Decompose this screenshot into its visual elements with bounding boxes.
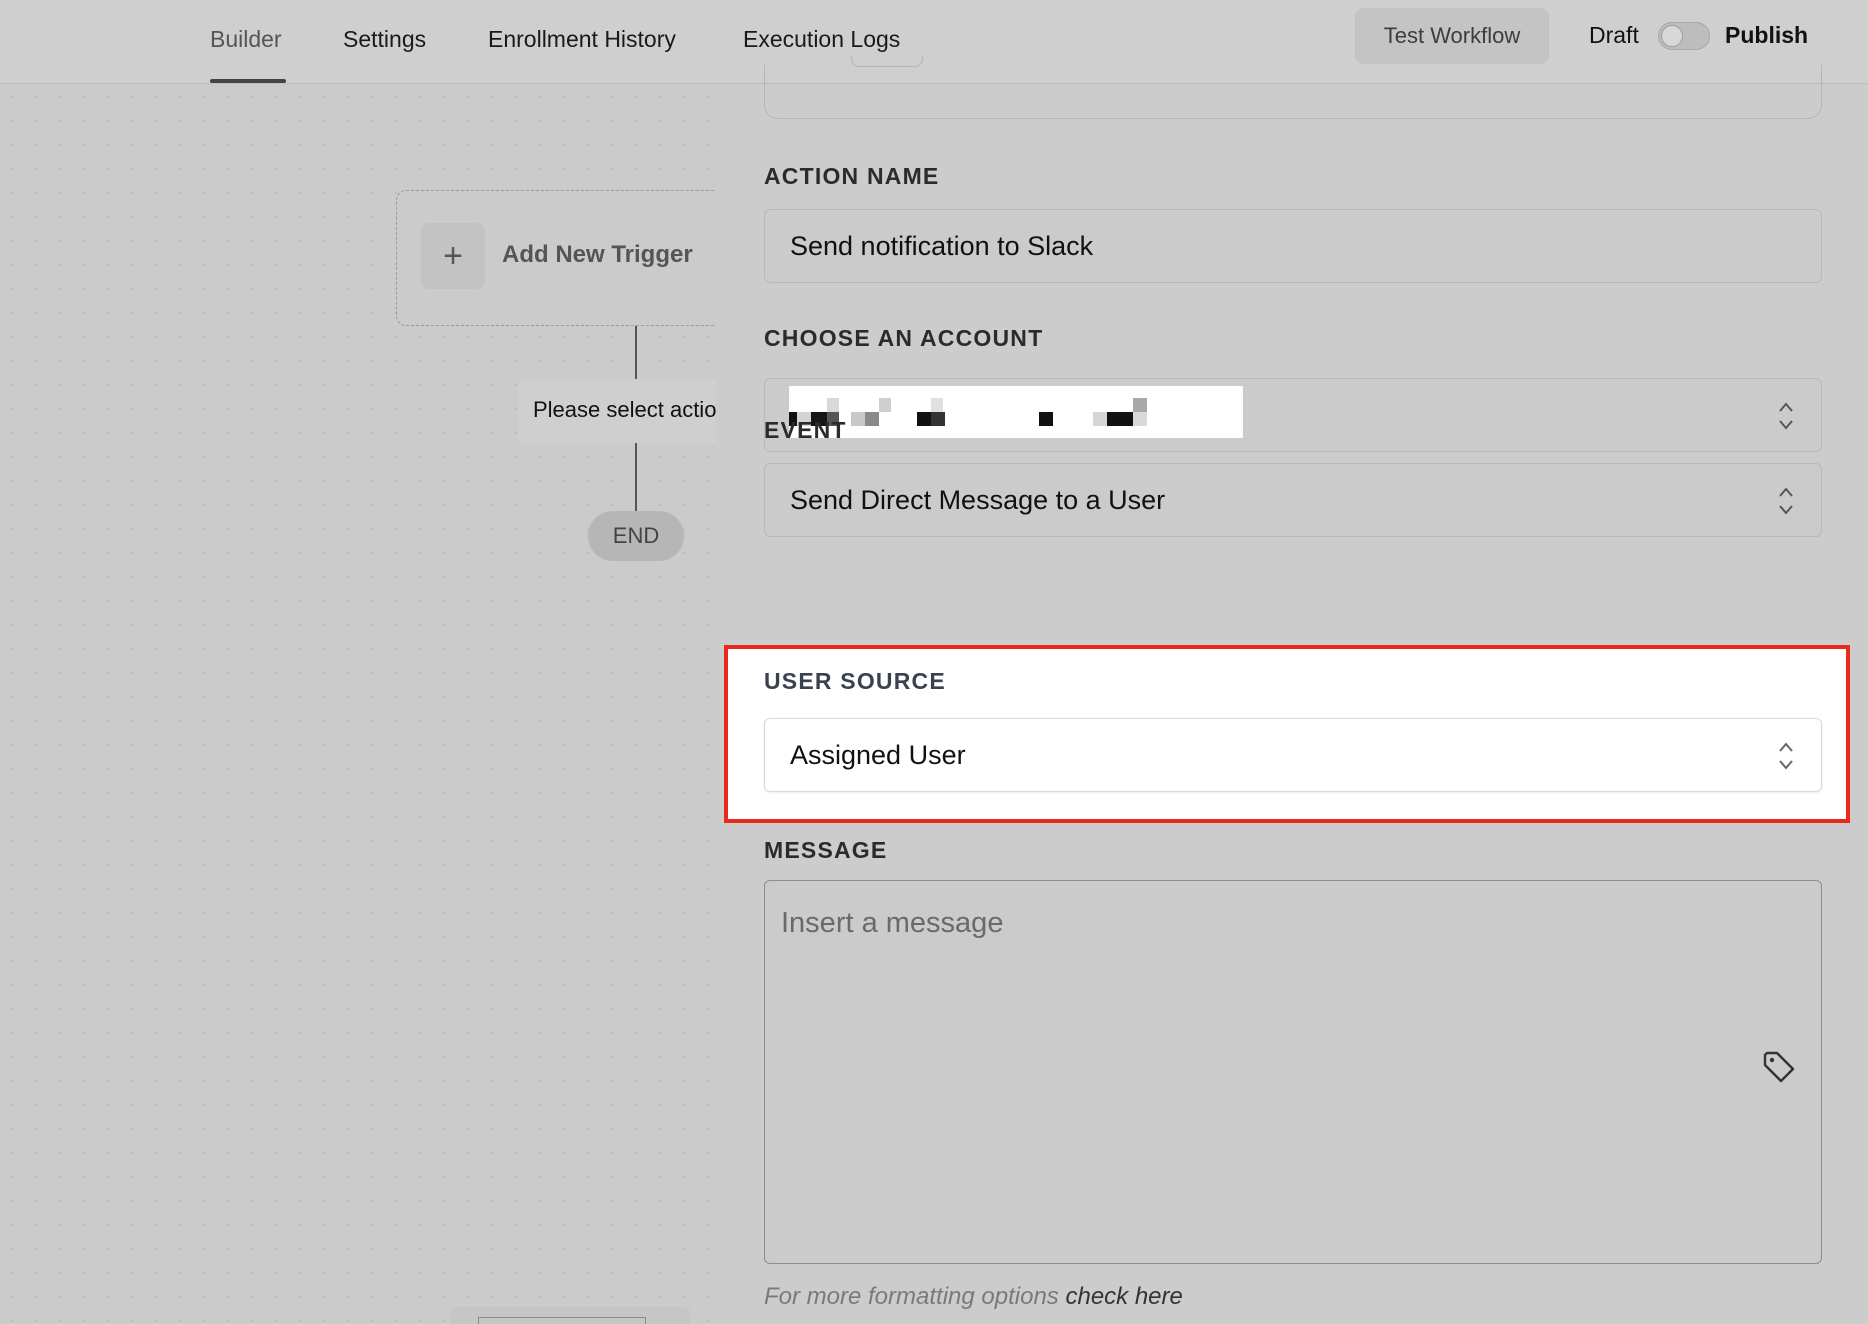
event-select[interactable]: Send Direct Message to a User <box>764 463 1822 537</box>
action-name-input[interactable]: Send notification to Slack <box>764 209 1822 283</box>
event-label: EVENT <box>764 417 847 443</box>
formatting-help-text: For more formatting options check here <box>764 1283 1183 1311</box>
account-select[interactable] <box>764 378 1822 452</box>
select-chevrons-icon <box>1779 402 1793 430</box>
workflow-canvas[interactable]: + Add New Trigger Please select action E… <box>0 85 728 1324</box>
action-name-label: ACTION NAME <box>764 163 940 189</box>
formatting-help-link[interactable]: check here <box>1065 1283 1182 1310</box>
message-placeholder: Insert a message <box>781 907 1004 939</box>
user-source-select[interactable]: Assigned User <box>764 718 1822 792</box>
action-config-panel: ACTION NAME Send notification to Slack C… <box>716 55 1868 1324</box>
draft-label: Draft <box>1589 22 1639 48</box>
event-select-value: Send Direct Message to a User <box>790 484 1166 515</box>
tab-enrollment-history[interactable]: Enrollment History <box>488 26 676 53</box>
account-label: CHOOSE AN ACCOUNT <box>764 325 1044 351</box>
select-chevrons-icon <box>1779 742 1793 770</box>
formatting-help-prefix: For more formatting options <box>764 1283 1059 1310</box>
active-tab-indicator <box>210 79 286 83</box>
tag-icon[interactable] <box>1761 1049 1797 1085</box>
tab-execution-logs[interactable]: Execution Logs <box>743 26 900 53</box>
plus-icon[interactable]: + <box>421 223 485 289</box>
redacted-account-name <box>789 386 1243 438</box>
canvas-minimap[interactable] <box>450 1307 690 1324</box>
toggle-knob <box>1661 25 1683 47</box>
action-placeholder-chip[interactable]: Please select action <box>518 379 728 443</box>
publish-label: Publish <box>1725 22 1809 48</box>
connector-line <box>635 326 637 379</box>
message-textarea[interactable]: Insert a message <box>764 880 1822 1264</box>
end-node: END <box>588 511 684 561</box>
add-trigger-card[interactable]: + Add New Trigger <box>396 190 726 326</box>
connector-line <box>635 443 637 511</box>
add-trigger-label: Add New Trigger <box>502 241 693 268</box>
tab-builder[interactable]: Builder <box>210 26 282 53</box>
workflow-builder-page: Builder Settings Enrollment History Exec… <box>0 0 1868 1324</box>
user-source-value: Assigned User <box>790 739 966 770</box>
previous-section-element <box>851 55 923 67</box>
tab-settings[interactable]: Settings <box>343 26 426 53</box>
user-source-label: USER SOURCE <box>764 668 946 694</box>
publish-toggle[interactable] <box>1658 22 1710 50</box>
select-chevrons-icon <box>1779 487 1793 515</box>
message-label: MESSAGE <box>764 837 888 863</box>
test-workflow-button[interactable]: Test Workflow <box>1355 8 1549 64</box>
minimap-viewport <box>478 1317 646 1324</box>
previous-section-card <box>764 55 1822 119</box>
